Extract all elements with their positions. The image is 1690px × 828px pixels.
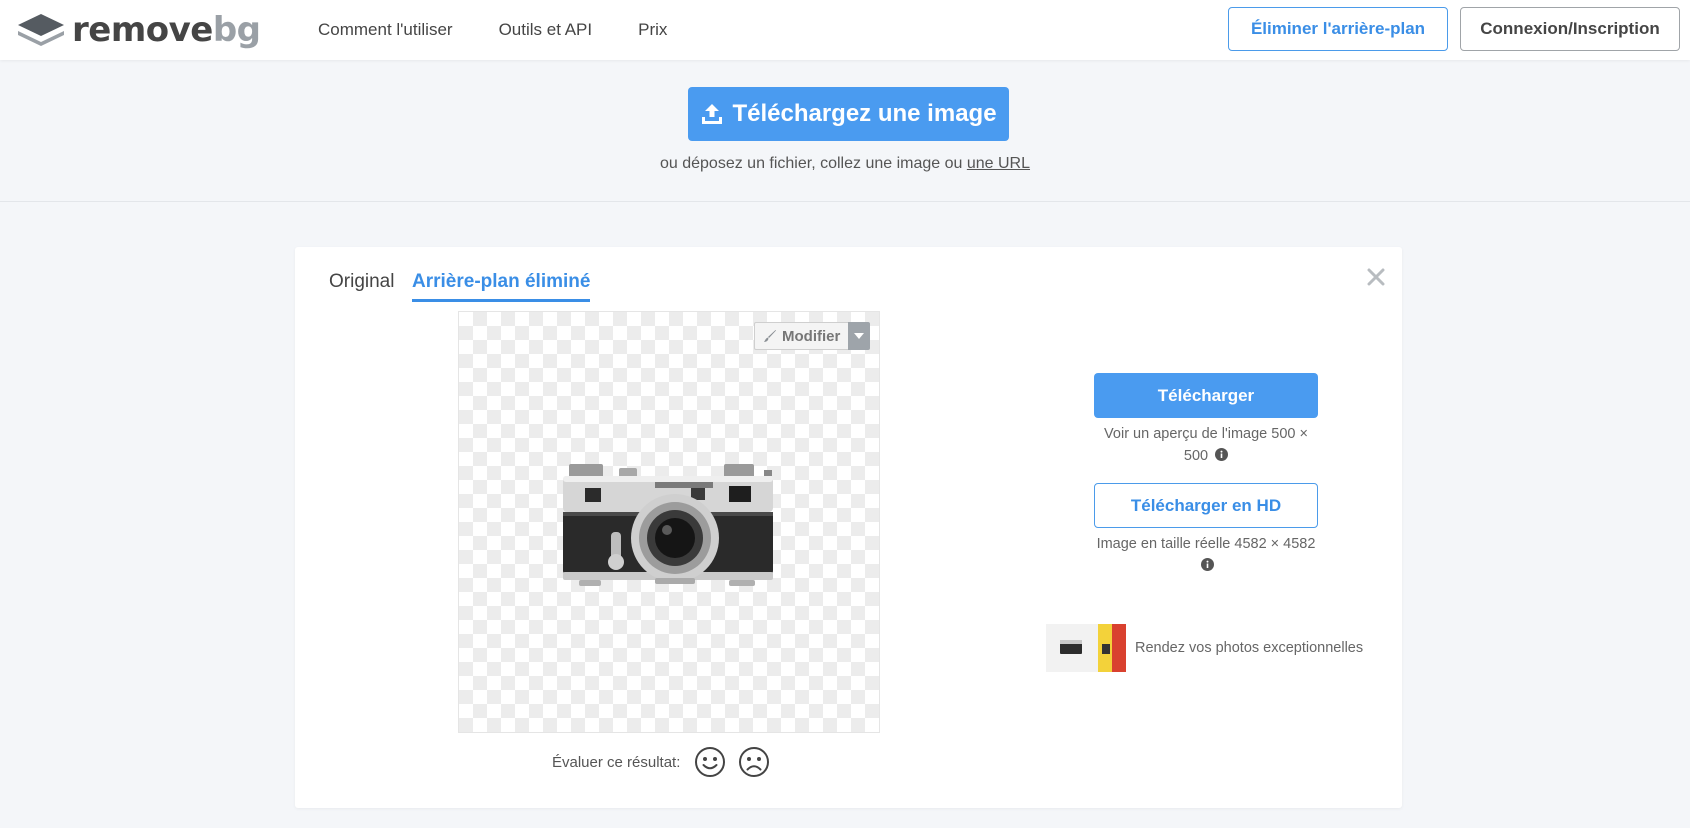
promo-link[interactable]: Rendez vos photos exceptionnelles	[1046, 622, 1363, 674]
nav-tools-api[interactable]: Outils et API	[499, 20, 593, 40]
close-icon	[1367, 268, 1385, 286]
edit-button-label: Modifier	[782, 327, 841, 345]
upload-icon	[702, 104, 723, 124]
promo-thumbnail	[1046, 624, 1126, 672]
stack-layers-icon	[18, 14, 64, 46]
upload-zone[interactable]: Téléchargez une image ou déposez un fich…	[0, 60, 1690, 202]
brush-icon	[764, 330, 776, 342]
upload-button-label: Téléchargez une image	[732, 100, 997, 127]
upload-image-button[interactable]: Téléchargez une image	[688, 87, 1009, 141]
rating-bar: Évaluer ce résultat:	[552, 745, 770, 779]
edit-dropdown-toggle[interactable]	[848, 322, 871, 350]
rating-label: Évaluer ce résultat:	[552, 753, 681, 771]
result-preview: Modifier	[458, 311, 880, 733]
result-card: Original Arrière-plan éliminé Modifier É…	[295, 247, 1402, 808]
main-nav: Comment l'utiliser Outils et API Prix	[318, 0, 713, 60]
nav-pricing[interactable]: Prix	[638, 20, 667, 40]
camera-image	[563, 464, 773, 586]
tab-background-removed[interactable]: Arrière-plan éliminé	[412, 271, 591, 302]
nav-how-to-use[interactable]: Comment l'utiliser	[318, 20, 453, 40]
hd-note-text: Image en taille réelle 4582 × 4582	[1096, 536, 1316, 552]
preview-note-line1: Voir un aperçu de l'image 500 ×	[1104, 426, 1308, 442]
login-signup-button[interactable]: Connexion/Inscription	[1460, 7, 1680, 51]
chevron-down-icon	[854, 333, 865, 339]
download-preview-note: Voir un aperçu de l'image 500 × 500	[1078, 423, 1334, 467]
preview-note-line2: 500	[1183, 448, 1209, 464]
smiley-sad-icon[interactable]	[738, 746, 770, 778]
info-icon[interactable]	[1201, 558, 1214, 571]
info-icon[interactable]	[1215, 448, 1229, 461]
logo[interactable]: removebg	[16, 10, 261, 50]
tab-original[interactable]: Original	[329, 271, 394, 293]
download-hd-button[interactable]: Télécharger en HD	[1094, 483, 1318, 528]
top-header: removebg Comment l'utiliser Outils et AP…	[0, 0, 1690, 60]
upload-hint-text: ou déposez un fichier, collez une image …	[659, 155, 963, 172]
logo-word-remove: remove	[72, 10, 213, 50]
smiley-happy-icon[interactable]	[694, 746, 726, 778]
edit-button[interactable]: Modifier	[754, 322, 849, 350]
logo-word-bg: bg	[212, 10, 261, 50]
edit-control: Modifier	[754, 322, 871, 350]
upload-hint: ou déposez un fichier, collez une image …	[0, 155, 1690, 173]
close-button[interactable]	[1362, 263, 1390, 291]
download-hd-note: Image en taille réelle 4582 × 4582	[1078, 533, 1334, 577]
remove-background-button[interactable]: Éliminer l'arrière-plan	[1228, 7, 1448, 51]
promo-text: Rendez vos photos exceptionnelles	[1135, 640, 1364, 656]
download-button[interactable]: Télécharger	[1094, 373, 1318, 418]
paste-url-link[interactable]: une URL	[967, 155, 1030, 172]
